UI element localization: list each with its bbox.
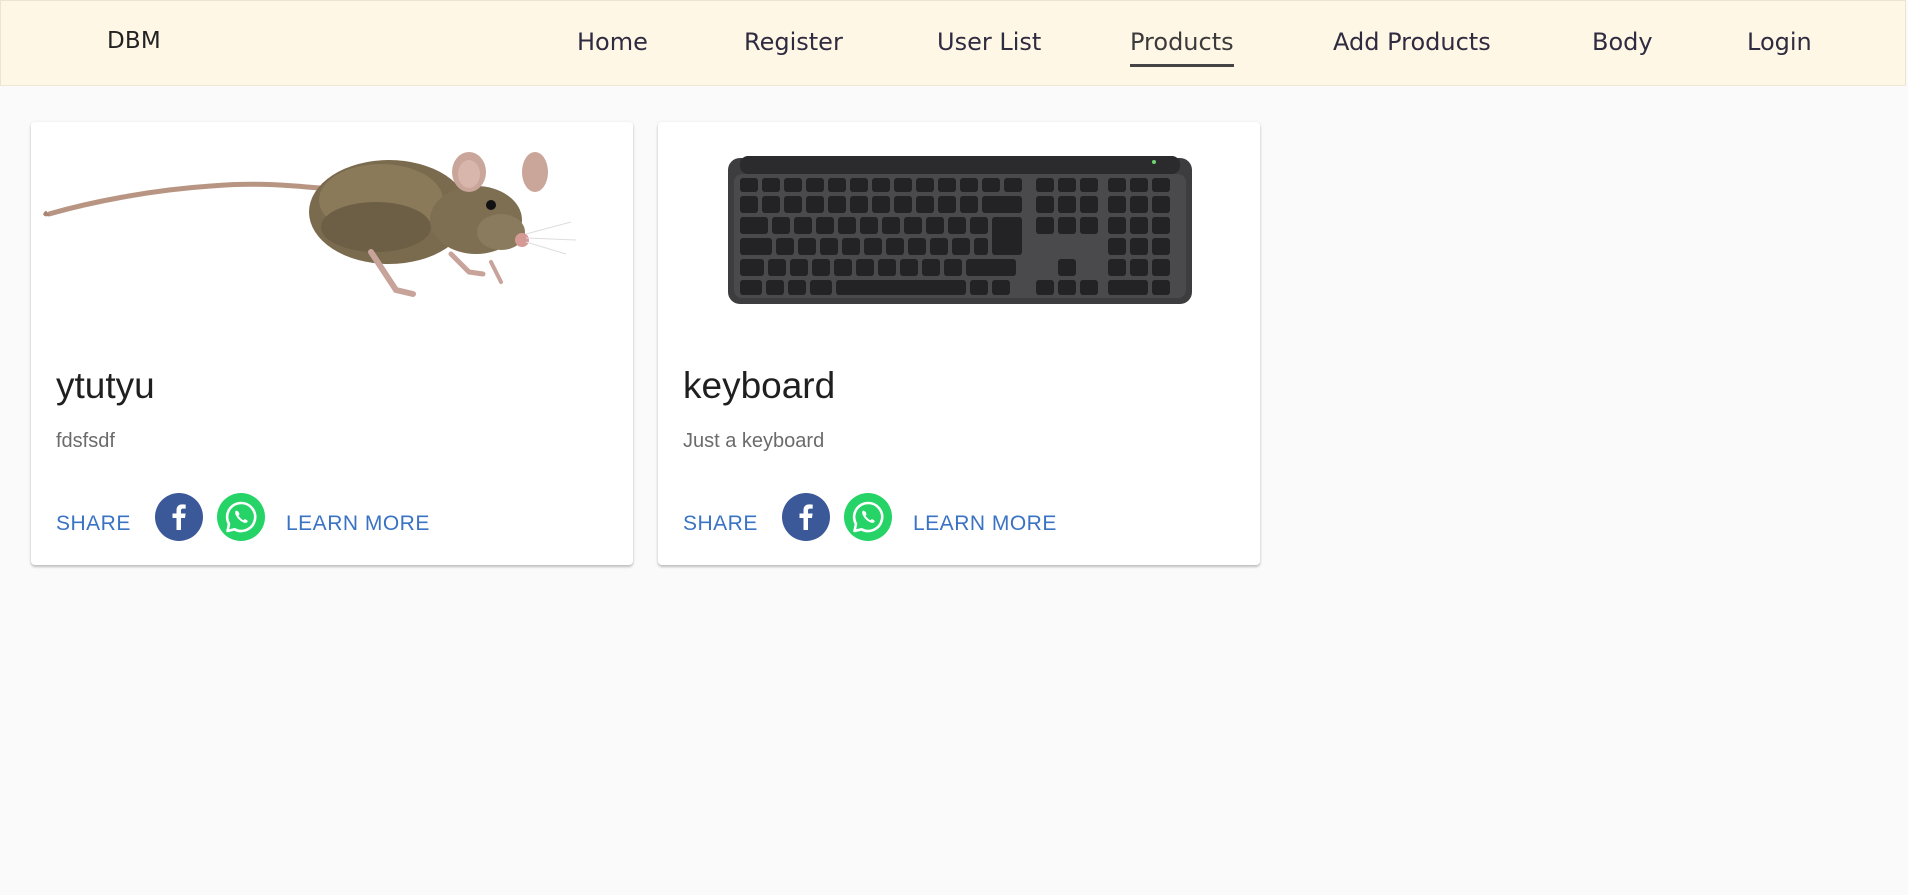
learn-more-button[interactable]: LEARN MORE <box>913 512 1057 536</box>
nav-link-user-list[interactable]: User List <box>937 28 1041 56</box>
product-title: ytutyu <box>56 365 155 406</box>
share-button[interactable]: SHARE <box>56 512 131 536</box>
facebook-share-button[interactable] <box>155 493 203 541</box>
nav-link-login[interactable]: Login <box>1747 28 1812 56</box>
product-title: keyboard <box>683 365 836 406</box>
nav-link-products[interactable]: Products <box>1130 28 1234 67</box>
whatsapp-icon <box>852 501 884 533</box>
whatsapp-share-button[interactable] <box>217 493 265 541</box>
product-description: fdsfsdf <box>56 430 115 452</box>
facebook-icon <box>799 504 813 530</box>
top-navbar: DBM Home Register User List Products Add… <box>0 0 1906 86</box>
nav-link-products-label: Products <box>1130 28 1234 56</box>
nav-link-add-products[interactable]: Add Products <box>1333 28 1491 56</box>
product-card: ytutyu fdsfsdf SHARE LEARN MORE <box>31 122 633 565</box>
active-tab-indicator <box>1130 64 1234 67</box>
mouse-animal-image <box>43 152 577 297</box>
facebook-share-button[interactable] <box>782 493 830 541</box>
share-button[interactable]: SHARE <box>683 512 758 536</box>
brand-logo[interactable]: DBM <box>107 28 161 54</box>
product-description: Just a keyboard <box>683 430 825 452</box>
keyboard-image <box>728 156 1192 304</box>
facebook-icon <box>172 504 186 530</box>
product-image[interactable] <box>658 122 1260 342</box>
nav-link-register[interactable]: Register <box>744 28 843 56</box>
product-card: keyboard Just a keyboard SHARE LEARN MOR… <box>658 122 1260 565</box>
whatsapp-icon <box>225 501 257 533</box>
nav-link-body[interactable]: Body <box>1592 28 1653 56</box>
whatsapp-share-button[interactable] <box>844 493 892 541</box>
learn-more-button[interactable]: LEARN MORE <box>286 512 430 536</box>
product-image[interactable] <box>31 122 633 342</box>
nav-link-home[interactable]: Home <box>577 28 648 56</box>
